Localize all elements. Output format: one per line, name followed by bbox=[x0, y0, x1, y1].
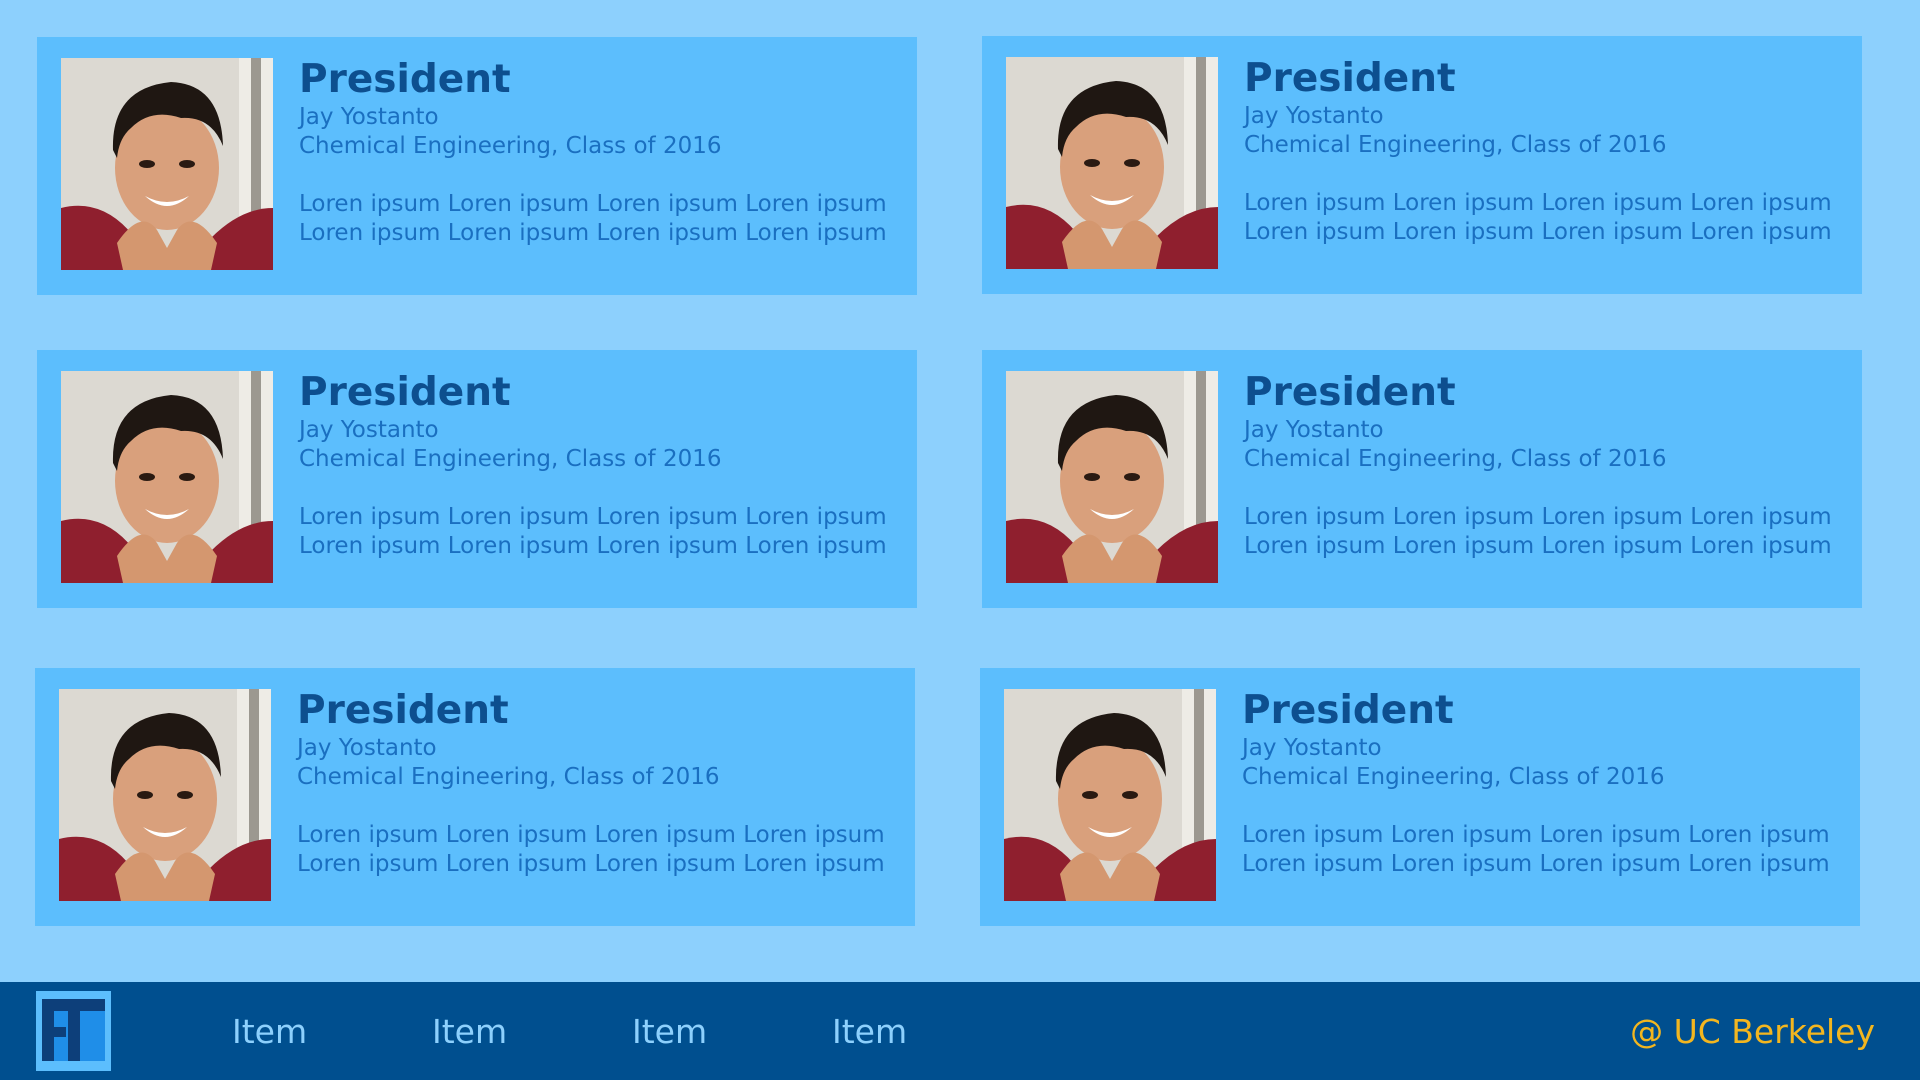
officer-role: President bbox=[1244, 370, 1456, 415]
officer-role: President bbox=[1242, 688, 1454, 733]
officer-major: Chemical Engineering, Class of 2016 bbox=[1244, 132, 1667, 158]
officer-description: Loren ipsum Loren ipsum Loren ipsum Lore… bbox=[1244, 190, 1832, 245]
officer-card: President Jay Yostanto Chemical Engineer… bbox=[37, 350, 917, 608]
nav-item-3[interactable]: Item bbox=[632, 1012, 707, 1052]
officer-card: President Jay Yostanto Chemical Engineer… bbox=[980, 668, 1860, 926]
officer-info: President Jay Yostanto Chemical Engineer… bbox=[299, 370, 897, 561]
ft-logo-icon[interactable] bbox=[36, 991, 111, 1071]
officer-photo bbox=[59, 689, 271, 901]
avatar bbox=[1006, 371, 1218, 583]
officer-photo bbox=[1004, 689, 1216, 901]
officer-info: President Jay Yostanto Chemical Engineer… bbox=[1242, 688, 1840, 879]
avatar bbox=[1006, 57, 1218, 269]
officer-name: Jay Yostanto bbox=[1244, 103, 1384, 129]
officer-role: President bbox=[297, 688, 509, 733]
officer-card: President Jay Yostanto Chemical Engineer… bbox=[37, 37, 917, 295]
officer-info: President Jay Yostanto Chemical Engineer… bbox=[1244, 56, 1842, 247]
avatar bbox=[61, 58, 273, 270]
officer-name: Jay Yostanto bbox=[299, 417, 439, 443]
avatar bbox=[59, 689, 271, 901]
avatar bbox=[61, 371, 273, 583]
officer-role: President bbox=[1244, 56, 1456, 101]
officer-major: Chemical Engineering, Class of 2016 bbox=[299, 446, 722, 472]
officer-description: Loren ipsum Loren ipsum Loren ipsum Lore… bbox=[1244, 504, 1832, 559]
officer-name: Jay Yostanto bbox=[1242, 735, 1382, 761]
officer-card: President Jay Yostanto Chemical Engineer… bbox=[982, 350, 1862, 608]
officer-description: Loren ipsum Loren ipsum Loren ipsum Lore… bbox=[299, 191, 887, 246]
officer-major: Chemical Engineering, Class of 2016 bbox=[1242, 764, 1665, 790]
officer-name: Jay Yostanto bbox=[1244, 417, 1384, 443]
officer-info: President Jay Yostanto Chemical Engineer… bbox=[1244, 370, 1842, 561]
officer-description: Loren ipsum Loren ipsum Loren ipsum Lore… bbox=[1242, 822, 1830, 877]
officer-role: President bbox=[299, 57, 511, 102]
officer-info: President Jay Yostanto Chemical Engineer… bbox=[299, 57, 897, 248]
officer-photo bbox=[1006, 57, 1218, 269]
officer-major: Chemical Engineering, Class of 2016 bbox=[299, 133, 722, 159]
officer-role: President bbox=[299, 370, 511, 415]
officer-description: Loren ipsum Loren ipsum Loren ipsum Lore… bbox=[299, 504, 887, 559]
credit-text: @ UC Berkeley bbox=[1630, 1012, 1875, 1051]
officer-name: Jay Yostanto bbox=[299, 104, 439, 130]
officer-card: President Jay Yostanto Chemical Engineer… bbox=[982, 36, 1862, 294]
nav-item-1[interactable]: Item bbox=[232, 1012, 307, 1052]
avatar bbox=[1004, 689, 1216, 901]
officer-photo bbox=[61, 58, 273, 270]
footer-bar: Item Item Item Item @ UC Berkeley bbox=[0, 982, 1920, 1080]
officer-description: Loren ipsum Loren ipsum Loren ipsum Lore… bbox=[297, 822, 885, 877]
nav-item-4[interactable]: Item bbox=[832, 1012, 907, 1052]
officer-name: Jay Yostanto bbox=[297, 735, 437, 761]
officer-photo bbox=[1006, 371, 1218, 583]
officer-major: Chemical Engineering, Class of 2016 bbox=[297, 764, 720, 790]
officer-major: Chemical Engineering, Class of 2016 bbox=[1244, 446, 1667, 472]
officer-grid: President Jay Yostanto Chemical Engineer… bbox=[0, 0, 1920, 982]
officer-photo bbox=[61, 371, 273, 583]
officer-card: President Jay Yostanto Chemical Engineer… bbox=[35, 668, 915, 926]
officer-info: President Jay Yostanto Chemical Engineer… bbox=[297, 688, 895, 879]
nav-item-2[interactable]: Item bbox=[432, 1012, 507, 1052]
